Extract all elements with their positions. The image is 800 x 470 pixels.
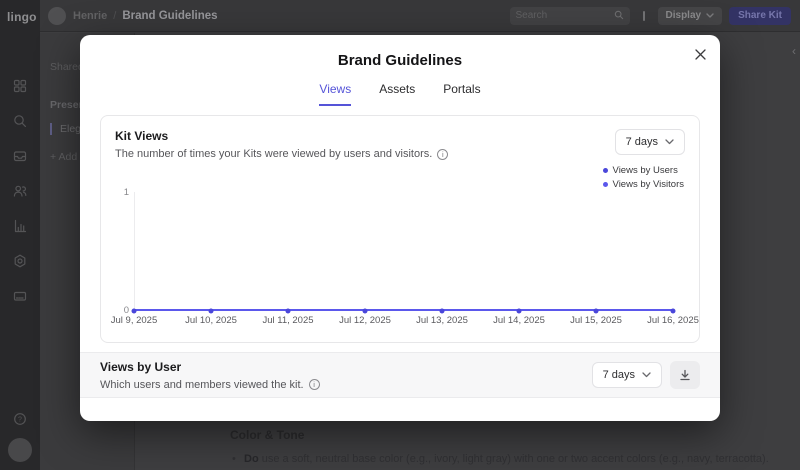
notifications-icon: [642, 10, 645, 21]
collapse-panel-icon[interactable]: ‹: [792, 44, 796, 58]
x-axis-label: Jul 14, 2025: [493, 315, 545, 326]
chart-point: [362, 308, 368, 314]
settings-gear-icon[interactable]: [13, 253, 28, 268]
y-axis-line: [134, 192, 135, 310]
tab-assets[interactable]: Assets: [379, 82, 415, 106]
x-axis-label: Jul 12, 2025: [339, 315, 391, 326]
chevron-down-icon: [706, 10, 714, 21]
search-input[interactable]: [515, 10, 614, 21]
search-input-wrap: [509, 6, 630, 25]
lingo-logo[interactable]: lingo: [7, 10, 37, 24]
share-kit-button[interactable]: Share Kit: [729, 6, 791, 25]
topbar: Henrie / Brand Guidelines Display Share …: [40, 0, 800, 32]
doc-section-heading: Color & Tone: [230, 428, 305, 442]
x-axis-label: Jul 10, 2025: [185, 315, 237, 326]
help-icon[interactable]: ?: [13, 411, 28, 426]
views-by-user-subtitle: Which users and members viewed the kit. …: [100, 379, 320, 391]
y-axis-tick: 1: [123, 187, 129, 198]
chart-plot: 1 0 Jul 9, 2025 Jul 10, 2025 Jul 11, 2025 Jul…: [101, 116, 699, 342]
chart-point: [285, 308, 291, 314]
x-axis-label: Jul 13, 2025: [416, 315, 468, 326]
display-label: Display: [665, 10, 702, 21]
kits-grid-icon[interactable]: [13, 78, 28, 93]
chart-point: [439, 308, 445, 314]
share-kit-label: Share Kit: [738, 10, 782, 21]
info-icon[interactable]: i: [308, 379, 320, 390]
users-icon[interactable]: [13, 183, 28, 198]
breadcrumb-separator: /: [113, 9, 117, 22]
modal-tabs: Views Assets Portals: [80, 82, 720, 106]
billing-card-icon[interactable]: [13, 288, 28, 303]
chart-point: [593, 308, 599, 314]
x-axis-label: Jul 15, 2025: [570, 315, 622, 326]
x-axis-label: Jul 11, 2025: [262, 315, 314, 326]
views-by-user-range-select[interactable]: 7 days: [591, 362, 662, 388]
doc-bullet: Do use a soft, neutral base color (e.g.,…: [230, 453, 769, 465]
guidelines-document: Color & Tone Do use a soft, neutral base…: [230, 428, 769, 470]
search-icon[interactable]: [13, 113, 28, 128]
chart-point: [670, 308, 676, 314]
user-avatar[interactable]: [8, 438, 32, 462]
modal-title: Brand Guidelines: [337, 52, 463, 69]
views-by-user-section: Views by User Which users and members vi…: [80, 352, 720, 398]
brand-guidelines-modal: Brand Guidelines Views Assets Portals Ki…: [80, 35, 720, 421]
x-axis-label: Jul 16, 2025: [647, 315, 699, 326]
breadcrumb-page-title: Brand Guidelines: [122, 9, 218, 22]
download-button[interactable]: [670, 361, 700, 389]
inbox-icon[interactable]: [13, 148, 28, 163]
chevron-down-icon: [642, 369, 651, 381]
close-icon[interactable]: [693, 47, 707, 61]
notifications-button[interactable]: [637, 7, 651, 25]
app-sidebar: lingo ?: [0, 0, 40, 470]
chart-point: [131, 308, 137, 314]
x-axis-label: Jul 9, 2025: [110, 315, 158, 326]
workspace-avatar[interactable]: [48, 6, 66, 25]
kit-views-card: Kit Views The number of times your Kits …: [100, 115, 700, 343]
views-by-user-title: Views by User: [100, 359, 182, 374]
download-icon: [680, 369, 690, 381]
svg-text:?: ?: [18, 416, 22, 423]
range-value: 7 days: [602, 369, 635, 381]
chart-line: [134, 309, 673, 311]
chart-point: [516, 308, 522, 314]
search-icon: [614, 7, 624, 25]
chart-point: [208, 308, 214, 314]
breadcrumb-workspace[interactable]: Henrie: [73, 10, 107, 22]
analytics-chart-icon[interactable]: [13, 218, 28, 233]
tab-views[interactable]: Views: [319, 82, 352, 106]
display-button[interactable]: Display: [657, 6, 723, 25]
tab-portals[interactable]: Portals: [443, 82, 480, 106]
